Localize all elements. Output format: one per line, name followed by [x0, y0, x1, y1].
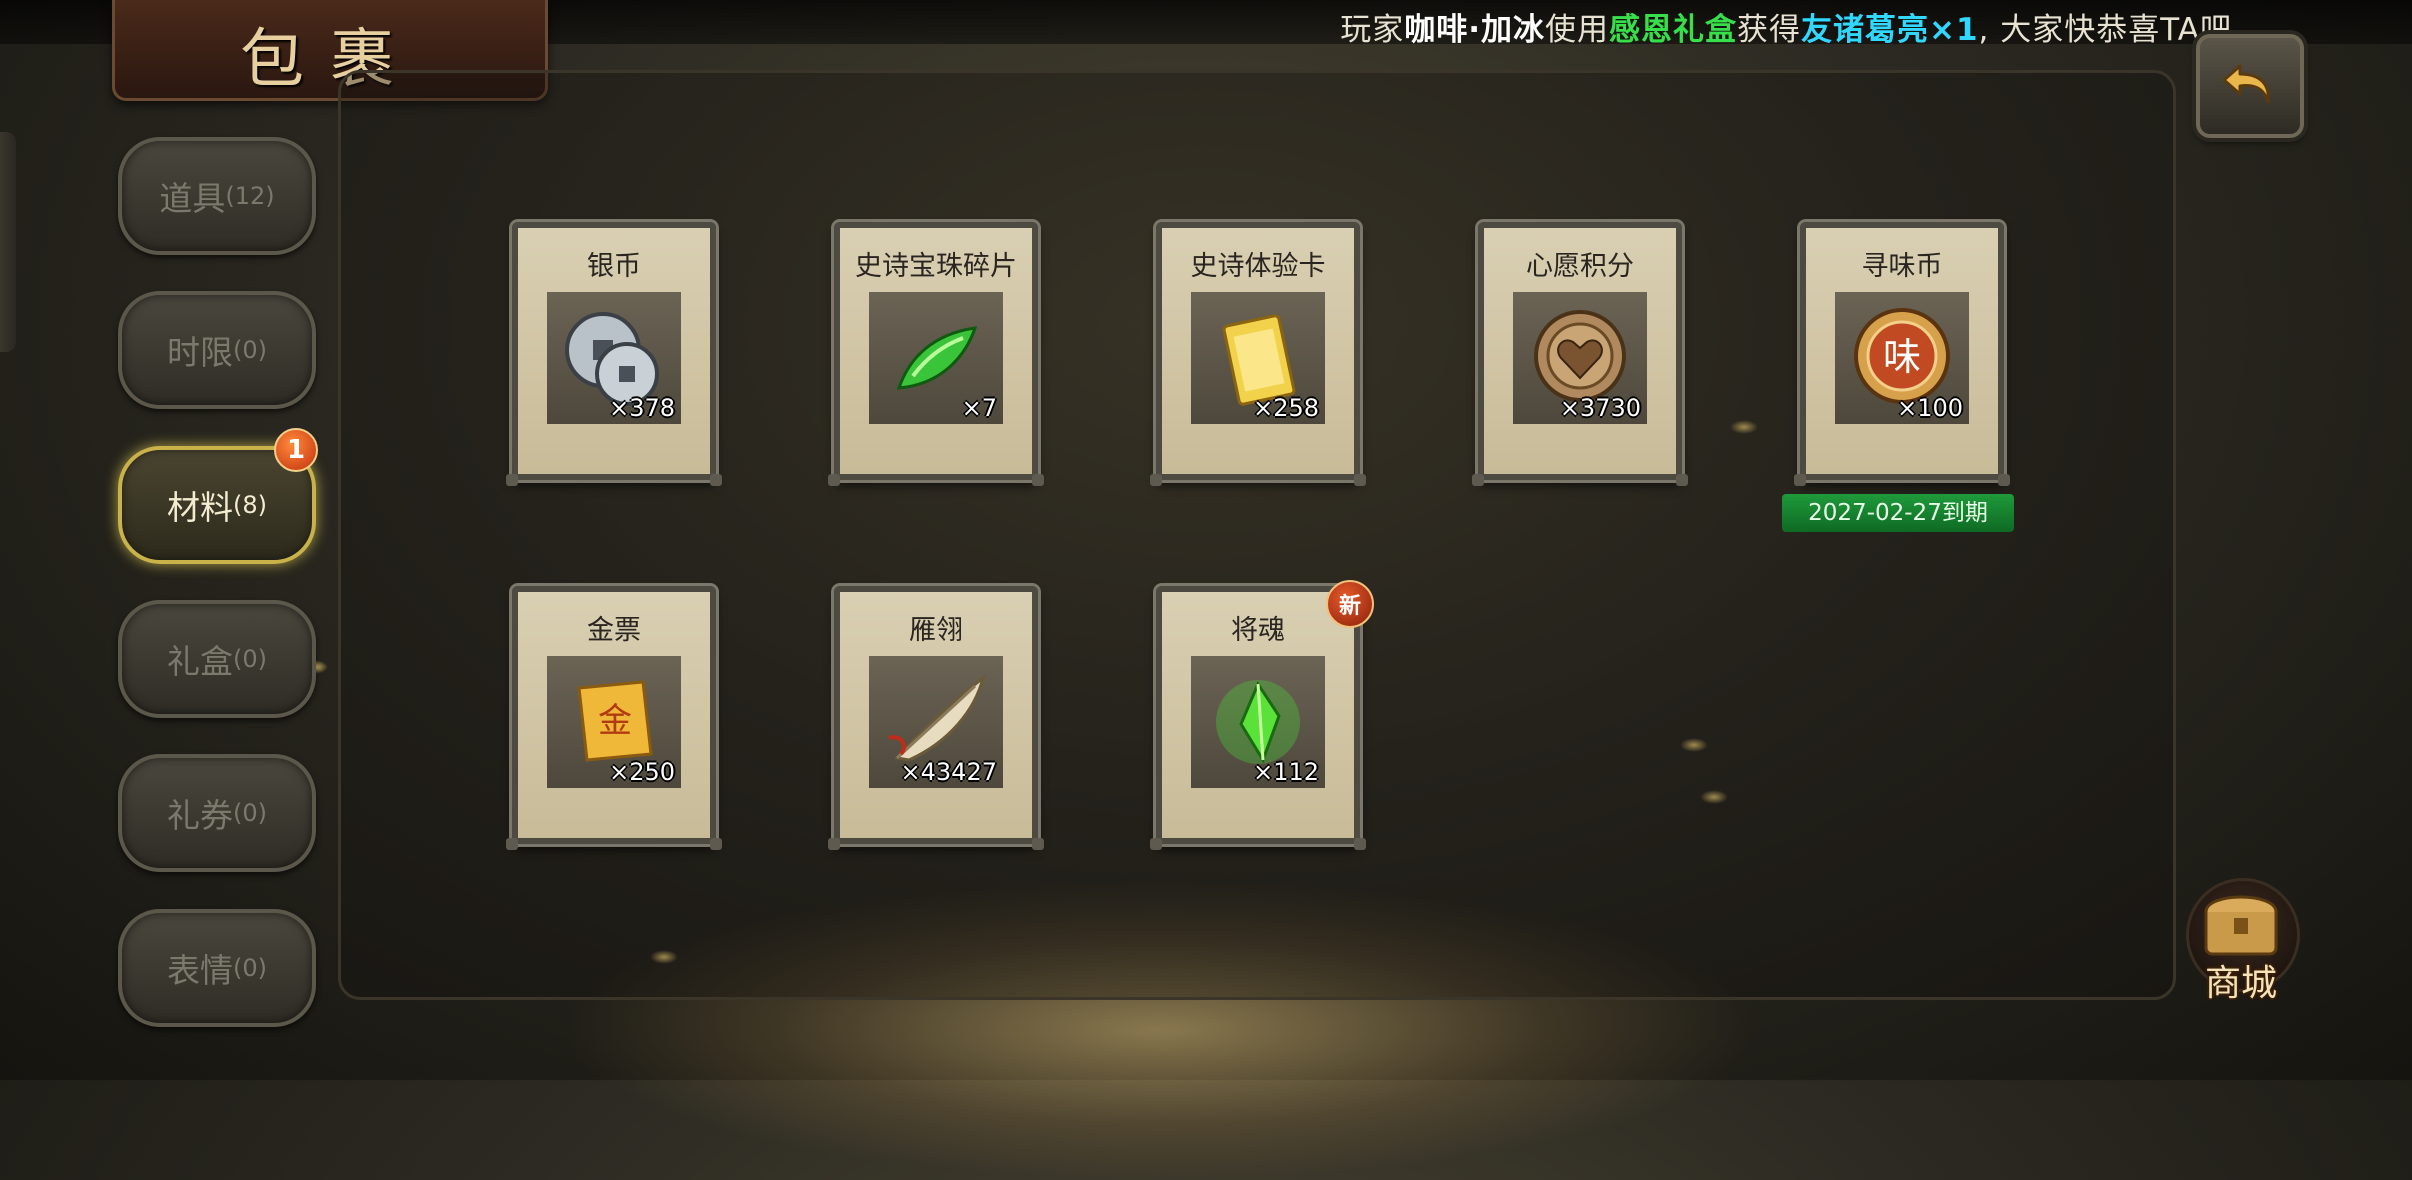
- tab-label: 礼盒: [167, 642, 233, 681]
- item-name: 史诗宝珠碎片: [855, 251, 1017, 282]
- undo-arrow-icon: [2222, 64, 2270, 104]
- item-name: 寻味币: [1861, 251, 1943, 282]
- tab-gift-boxes[interactable]: 礼盒 (0): [118, 600, 316, 718]
- tab-count: (0): [233, 336, 267, 364]
- item-slot: ×112: [1191, 656, 1325, 788]
- notification-badge: 1: [274, 428, 318, 472]
- item-card-gold-ticket[interactable]: 金票 金 ×250: [506, 586, 722, 850]
- announcement-mid2: 获得: [1737, 12, 1801, 48]
- coin-character: 味: [1883, 335, 1921, 379]
- tab-emotes[interactable]: 表情 (0): [118, 909, 316, 1027]
- item-card-epic-trial-card[interactable]: 史诗体验卡 ×258: [1150, 222, 1366, 486]
- side-drawer-handle[interactable]: [0, 132, 16, 352]
- shop-label: 商城: [2204, 963, 2277, 1004]
- item-card-general-soul[interactable]: 将魂 ×112 新: [1150, 580, 1374, 850]
- expiry-label: 2027-02-27到期: [1782, 494, 2014, 532]
- announcement-mid1: 使用: [1545, 12, 1609, 48]
- item-slot: 金 ×250: [547, 656, 681, 788]
- item-card-goose-feather[interactable]: 雁翎 ×43427: [828, 586, 1044, 850]
- tab-label: 材料: [167, 488, 233, 527]
- item-slot: 味 ×100: [1835, 292, 1969, 424]
- tab-materials[interactable]: 材料 (8) 1: [118, 428, 318, 564]
- announcement-item: 感恩礼盒: [1609, 12, 1737, 48]
- tab-timed[interactable]: 时限 (0): [118, 291, 316, 409]
- item-quantity: ×7: [961, 394, 997, 422]
- item-quantity: ×378: [609, 394, 675, 422]
- tab-count: (8): [233, 491, 267, 519]
- tab-items[interactable]: 道具 (12): [118, 137, 316, 255]
- item-slot: ×7: [869, 292, 1003, 424]
- item-name: 金票: [587, 615, 641, 646]
- item-quantity: ×112: [1253, 758, 1319, 786]
- new-badge: 新: [1326, 580, 1374, 628]
- item-slot: ×258: [1191, 292, 1325, 424]
- shop-button[interactable]: 商城: [2178, 878, 2304, 1004]
- announcement-reward: 友诸葛亮×1: [1801, 12, 1979, 48]
- treasure-chest-icon: [2204, 895, 2278, 956]
- tab-label: 表情: [167, 951, 233, 990]
- item-slot: ×378: [547, 292, 681, 424]
- tab-label: 时限: [167, 333, 233, 372]
- item-name: 银币: [587, 251, 641, 282]
- inventory-panel: [338, 70, 2176, 1000]
- tab-count: (12): [225, 182, 275, 210]
- item-quantity: ×250: [609, 758, 675, 786]
- item-name: 史诗体验卡: [1190, 251, 1326, 282]
- item-quantity: ×100: [1897, 394, 1963, 422]
- announcement-suffix: , 大家快恭喜TA吧: [1978, 12, 2232, 48]
- item-card-wish-points[interactable]: 心愿积分 ×3730: [1472, 222, 1688, 486]
- tab-count: (0): [233, 799, 267, 827]
- announcement-player: 咖啡·加冰: [1404, 12, 1545, 48]
- tab-count: (0): [233, 645, 267, 673]
- item-card-silver-coin[interactable]: 银币 ×378: [506, 222, 722, 486]
- item-name: 心愿积分: [1526, 251, 1634, 282]
- item-slot: ×3730: [1513, 292, 1647, 424]
- tab-count: (0): [233, 954, 267, 982]
- item-card-flavor-coin[interactable]: 寻味币 味 ×100 2027-02-27到期: [1782, 222, 2014, 532]
- ticket-character: 金: [598, 701, 632, 741]
- tab-label: 道具: [159, 179, 226, 218]
- item-name: 雁翎: [909, 615, 963, 646]
- back-button[interactable]: [2196, 34, 2304, 138]
- item-quantity: ×43427: [900, 758, 997, 786]
- tab-vouchers[interactable]: 礼券 (0): [118, 754, 316, 872]
- item-card-epic-orb-shard[interactable]: 史诗宝珠碎片 ×7: [828, 222, 1044, 486]
- announcement-prefix: 玩家: [1340, 12, 1405, 48]
- item-name: 将魂: [1231, 615, 1285, 646]
- item-quantity: ×258: [1253, 394, 1319, 422]
- item-slot: ×43427: [869, 656, 1003, 788]
- announcement-text: 玩家咖啡·加冰使用感恩礼盒获得友诸葛亮×1, 大家快恭喜TA吧: [1340, 4, 2232, 49]
- item-quantity: ×3730: [1559, 394, 1641, 422]
- tab-label: 礼券: [167, 796, 233, 835]
